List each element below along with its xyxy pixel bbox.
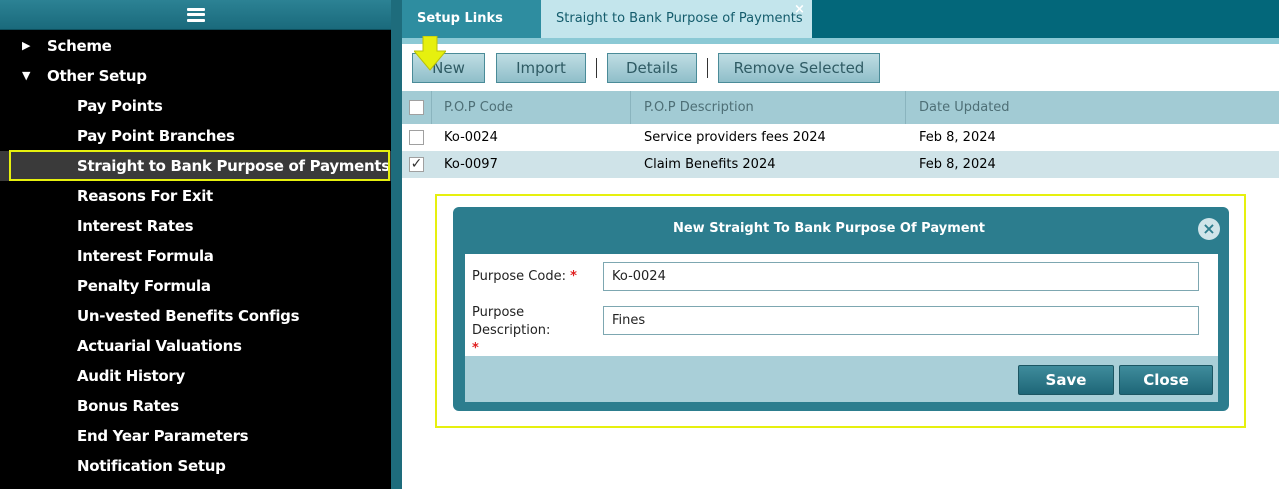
cell-code: Ko-0024 [444,130,498,145]
sidebar-item-scheme[interactable]: ▶ Scheme [0,31,391,61]
purpose-code-label: Purpose Code: * [472,269,577,284]
cell-date: Feb 8, 2024 [919,130,996,145]
sidebar-item-reasons-for-exit[interactable]: Reasons For Exit [0,181,391,211]
arrow-down-icon [414,36,446,71]
toolbar-separator [707,58,708,78]
import-button[interactable]: Import [496,53,586,83]
details-button[interactable]: Details [607,53,697,83]
purpose-description-input[interactable] [603,306,1199,335]
panel-divider [391,0,402,489]
remove-selected-button[interactable]: Remove Selected [718,53,880,83]
sidebar-item-end-year-parameters[interactable]: End Year Parameters [0,421,391,451]
column-header-description[interactable]: P.O.P Description [644,91,754,124]
sidebar-item-unvested-benefits[interactable]: Un-vested Benefits Configs [0,301,391,331]
save-button[interactable]: Save [1018,365,1114,395]
required-mark: * [472,341,479,356]
sidebar-item-label: Interest Rates [77,217,194,235]
cell-date: Feb 8, 2024 [919,157,996,172]
row-checkbox[interactable] [409,130,424,145]
sidebar-item-label: Other Setup [47,67,147,85]
highlight-box-sidebar [9,150,390,181]
tab-bar-underline [402,38,1279,44]
sidebar-item-other-setup[interactable]: ▼ Other Setup [0,61,391,91]
sidebar-item-label: Actuarial Valuations [77,337,242,355]
toolbar-separator [596,58,597,78]
cell-description: Service providers fees 2024 [644,130,826,145]
cell-description: Claim Benefits 2024 [644,157,776,172]
sidebar-item-label: Pay Point Branches [77,127,235,145]
tab-setup-links[interactable]: Setup Links [402,0,541,38]
sidebar-item-actuarial-valuations[interactable]: Actuarial Valuations [0,331,391,361]
sidebar-item-interest-rates[interactable]: Interest Rates [0,211,391,241]
sidebar-item-label: Notification Setup [77,457,226,475]
grid-header [402,91,1279,124]
table-row[interactable] [402,151,1279,178]
close-button[interactable]: Close [1119,365,1213,395]
sidebar-item-notification-setup[interactable]: Notification Setup [0,451,391,481]
cell-code: Ko-0097 [444,157,498,172]
sidebar-item-label: Reasons For Exit [77,187,213,205]
caret-down-icon: ▼ [22,69,31,82]
hamburger-icon[interactable] [186,7,205,22]
sidebar-item-label: Penalty Formula [77,277,211,295]
table-row[interactable] [402,124,1279,151]
sidebar-item-audit-history[interactable]: Audit History [0,361,391,391]
sidebar-item-label: Scheme [47,37,112,55]
sidebar-item-pay-point-branches[interactable]: Pay Point Branches [0,121,391,151]
row-checkbox-checked[interactable]: ✓ [409,157,424,172]
sidebar-item-bonus-rates[interactable]: Bonus Rates [0,391,391,421]
column-divider [431,91,432,124]
column-divider [905,91,906,124]
modal-title: New Straight To Bank Purpose Of Payment [672,221,986,236]
sidebar-item-label: Un-vested Benefits Configs [77,307,300,325]
column-divider [630,91,631,124]
sidebar-item-label: Pay Points [77,97,163,115]
tab-close-icon[interactable]: × [794,3,805,17]
sidebar-item-penalty-formula[interactable]: Penalty Formula [0,271,391,301]
close-circle-icon[interactable]: × [1198,218,1220,240]
sidebar-item-label: Audit History [77,367,185,385]
purpose-description-label: Purpose Description: * [472,305,551,356]
sidebar-item-label: End Year Parameters [77,427,249,445]
purpose-code-input[interactable] [603,262,1199,291]
select-all-checkbox[interactable] [409,100,424,115]
sidebar-item-label: Bonus Rates [77,397,179,415]
sidebar-item-label: Interest Formula [77,247,214,265]
caret-right-icon: ▶ [22,39,31,52]
column-header-code[interactable]: P.O.P Code [444,91,513,124]
sidebar-header[interactable] [0,0,391,30]
tab-straight-to-bank[interactable]: Straight to Bank Purpose of Payments [541,0,812,38]
column-header-date[interactable]: Date Updated [919,91,1010,124]
sidebar-item-pay-points[interactable]: Pay Points [0,91,391,121]
sidebar-item-interest-formula[interactable]: Interest Formula [0,241,391,271]
required-mark: * [570,269,577,284]
